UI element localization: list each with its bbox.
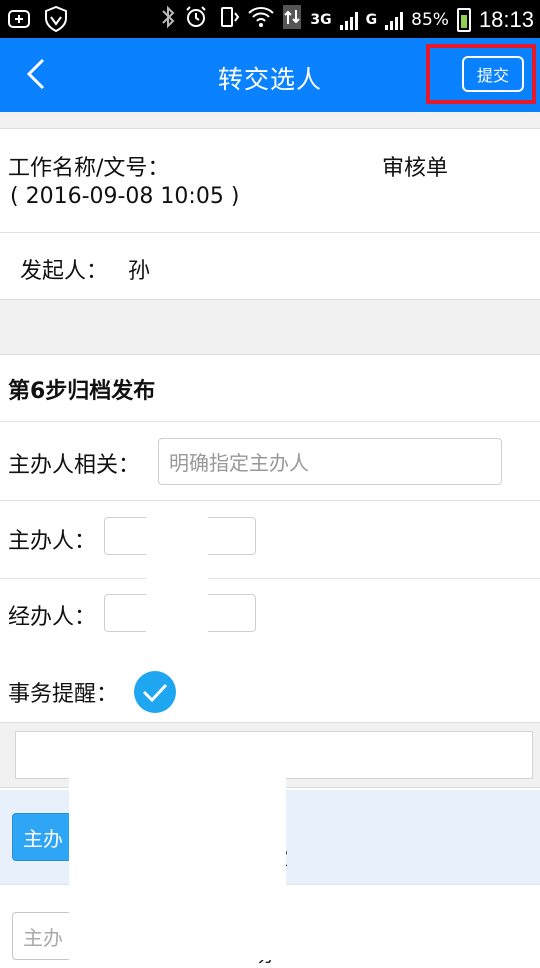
data-transfer-icon	[282, 4, 302, 35]
host-related-label: 主办人相关：	[8, 453, 141, 478]
host-chip-outline[interactable]: 主办	[12, 912, 72, 960]
work-name-value: 审核单	[382, 156, 449, 181]
divider	[0, 578, 540, 579]
initiator-label: 发起人：	[20, 259, 109, 284]
work-name-label: 工作名称/文号：	[8, 156, 170, 181]
network-3g-label: 3G	[310, 11, 332, 28]
submit-button[interactable]: 提交	[462, 56, 524, 92]
vibrate-icon	[216, 5, 240, 34]
status-bar: 3G G 85% 18:13	[0, 0, 540, 38]
host-related-input[interactable]: 明确指定主办人	[158, 438, 502, 485]
clock: 18:13	[478, 6, 534, 32]
add-icon	[8, 8, 30, 34]
check-icon	[142, 683, 168, 702]
redaction-mask	[69, 776, 286, 960]
reminder-label: 事务提醒：	[8, 682, 119, 707]
app-header: 转交选人 提交	[0, 38, 540, 112]
bluetooth-icon	[160, 5, 176, 34]
section-spacer	[0, 299, 540, 355]
battery-icon	[456, 7, 471, 32]
host-chip[interactable]: 主办	[12, 813, 72, 861]
signal-2-icon	[385, 10, 404, 30]
work-time: ( 2016-09-08 10:05 )	[10, 184, 240, 209]
network-g-label: G	[365, 11, 378, 28]
step-title: 第6步归档发布	[8, 379, 156, 404]
wifi-icon	[248, 6, 275, 33]
redaction-mask	[146, 512, 208, 636]
reminder-checkbox[interactable]	[134, 671, 176, 713]
divider	[0, 232, 540, 233]
search-input[interactable]	[15, 731, 533, 779]
divider	[0, 421, 540, 422]
signal-1-icon	[339, 10, 358, 30]
initiator-value: 孙	[128, 259, 151, 284]
divider	[0, 500, 540, 501]
section-spacer	[0, 112, 540, 129]
handler-label: 经办人：	[8, 605, 97, 630]
host-label: 主办人：	[8, 529, 97, 554]
alarm-icon	[184, 5, 208, 34]
battery-percent: 85%	[411, 9, 449, 30]
shield-icon	[44, 5, 68, 36]
